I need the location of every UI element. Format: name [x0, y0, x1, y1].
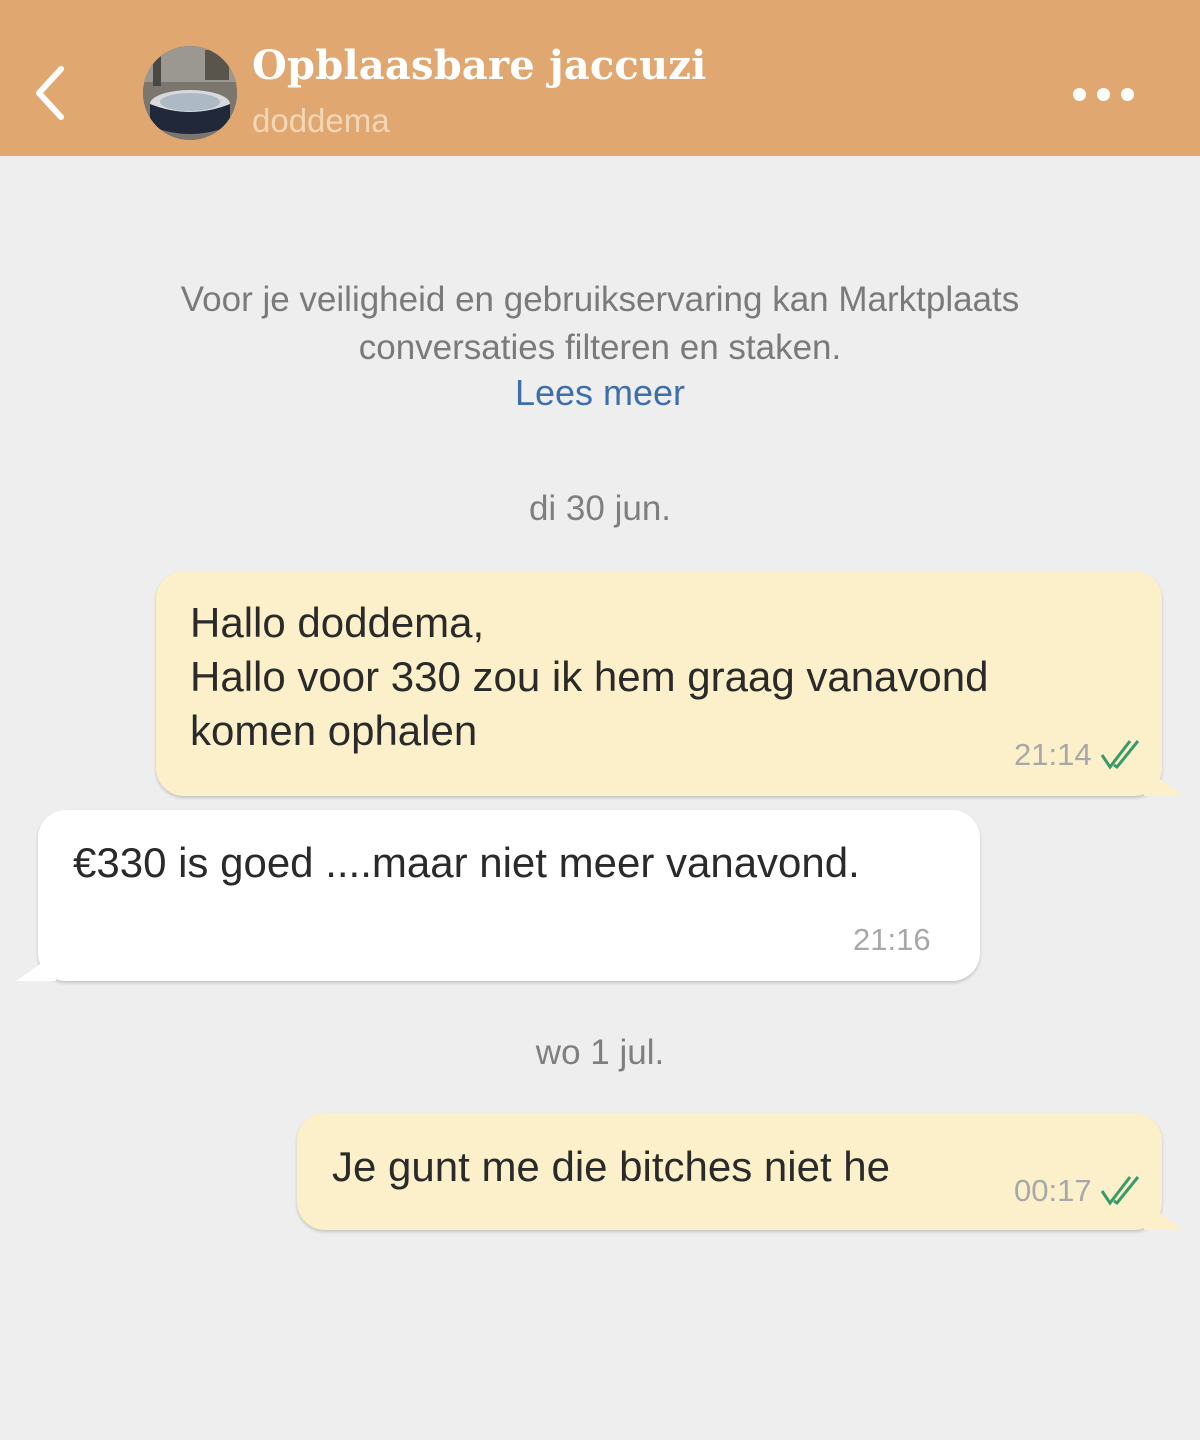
chat-header: Opblaasbare jaccuzi doddema — [0, 0, 1200, 156]
incoming-message-bubble[interactable]: €330 is goed ....maar niet meer vanavond… — [16, 810, 980, 981]
read-receipt-icon — [1100, 740, 1140, 770]
safety-notice-line: conversaties filteren en staken. — [358, 328, 842, 367]
date-separator: wo 1 jul. — [535, 1033, 665, 1072]
safety-notice: Voor je veiligheid en gebruikservaring k… — [80, 276, 1120, 372]
date-separator: di 30 jun. — [528, 489, 672, 528]
read-more-link[interactable]: Lees meer — [0, 372, 1200, 414]
listing-title[interactable]: Opblaasbare jaccuzi — [252, 42, 707, 89]
outgoing-message-bubble[interactable]: Hallo doddema, Hallo voor 330 zou ik hem… — [156, 571, 1184, 796]
message-line: Hallo doddema, — [190, 599, 485, 646]
more-dot-icon — [1072, 87, 1086, 101]
message-time: 21:16 — [853, 922, 931, 957]
listing-avatar[interactable] — [143, 46, 237, 140]
more-dot-icon — [1096, 87, 1110, 101]
chevron-left-icon — [36, 66, 64, 120]
outgoing-message-bubble[interactable]: Je gunt me die bitches niet he 00:17 — [297, 1113, 1184, 1230]
more-dot-icon — [1120, 87, 1134, 101]
bubble-tail — [16, 953, 56, 981]
message-time: 00:17 — [1014, 1173, 1092, 1208]
message-line: Hallo voor 330 zou ik hem graag vanavond — [190, 653, 989, 700]
bubble-tail — [1144, 768, 1184, 796]
message-text: €330 is goed ....maar niet meer vanavond… — [73, 836, 860, 890]
back-button[interactable] — [26, 58, 76, 128]
message-line: €330 is goed ....maar niet meer vanavond… — [73, 839, 860, 886]
hot-tub-thumbnail-icon — [143, 46, 237, 140]
message-line: komen ophalen — [190, 707, 478, 754]
read-receipt-icon — [1100, 1176, 1140, 1206]
more-options-button[interactable] — [1060, 74, 1146, 114]
bubble-tail — [1144, 1202, 1184, 1230]
message-text: Hallo doddema, Hallo voor 330 zou ik hem… — [190, 596, 989, 758]
message-time: 21:14 — [1014, 737, 1092, 772]
safety-notice-line: Voor je veiligheid en gebruikservaring k… — [180, 280, 1020, 319]
message-text: Je gunt me die bitches niet he — [332, 1140, 890, 1194]
message-line: Je gunt me die bitches niet he — [332, 1143, 891, 1190]
seller-username[interactable]: doddema — [252, 102, 390, 140]
